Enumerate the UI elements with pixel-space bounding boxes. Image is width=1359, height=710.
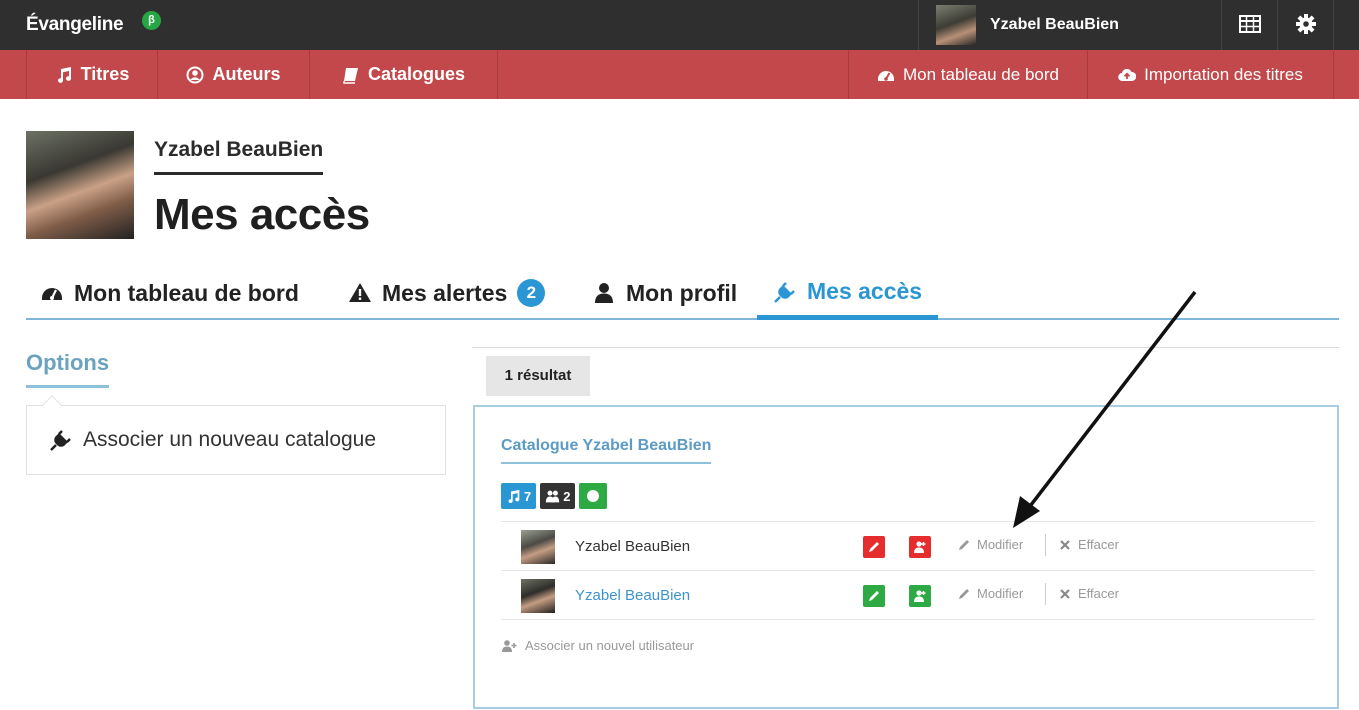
settings-button[interactable]	[1278, 0, 1334, 50]
close-icon	[1060, 588, 1070, 599]
gear-icon	[1296, 14, 1316, 34]
table-row: Yzabel BeauBien Modifier Effacer	[501, 521, 1315, 570]
tab-alertes[interactable]: Mes alertes 2	[348, 268, 546, 318]
modify-link[interactable]: Modifier	[957, 537, 1023, 552]
pencil-icon	[869, 591, 879, 601]
top-username: Yzabel BeauBien	[990, 16, 1119, 33]
page-title: Mes accès	[154, 190, 370, 239]
panel-pointer	[42, 395, 62, 415]
options-heading: Options	[26, 350, 110, 388]
titles-count: 7	[524, 488, 532, 504]
nav-label: Catalogues	[367, 64, 466, 84]
edit-permission-toggle[interactable]	[863, 585, 885, 607]
user-menu[interactable]: Yzabel BeauBien	[918, 0, 1222, 50]
status-pill[interactable]	[579, 483, 608, 509]
tab-profil[interactable]: Mon profil	[592, 268, 737, 318]
avatar	[936, 5, 976, 45]
tab-label: Mes alertes	[382, 279, 508, 306]
profile-photo	[26, 131, 134, 239]
results-divider	[472, 347, 1339, 348]
delete-label: Effacer	[1078, 537, 1119, 552]
tab-dashboard[interactable]: Mon tableau de bord	[40, 268, 299, 318]
dashboard-icon	[878, 70, 895, 81]
catalog-stats: 7 2	[501, 483, 608, 509]
nav-item-dashboard[interactable]: Mon tableau de bord	[848, 50, 1087, 99]
user-permission-toggle[interactable]	[909, 585, 931, 607]
dashboard-icon	[42, 288, 62, 300]
tab-label: Mes accès	[807, 278, 923, 304]
modify-link[interactable]: Modifier	[957, 586, 1023, 601]
associate-catalog-link[interactable]: Associer un nouveau catalogue	[49, 428, 376, 452]
add-user-link[interactable]: Associer un nouvel utilisateur	[501, 638, 694, 653]
catalog-card: Catalogue Yzabel BeauBien 7 2 Yzabel Bea…	[473, 405, 1339, 709]
circle-icon	[587, 490, 600, 502]
nav-label: Titres	[80, 64, 130, 84]
tab-label: Mon profil	[626, 279, 738, 306]
delete-link[interactable]: Effacer	[1058, 537, 1119, 552]
tab-label: Mon tableau de bord	[74, 279, 299, 306]
tab-acces[interactable]: Mes accès	[757, 268, 939, 320]
user-icon	[595, 283, 613, 303]
users-count-pill[interactable]: 2	[540, 483, 576, 509]
nav-item-catalogues[interactable]: Catalogues	[310, 50, 498, 99]
nav-label: Auteurs	[212, 64, 281, 84]
titles-count-pill[interactable]: 7	[501, 483, 537, 509]
results-count: 1 résultat	[486, 356, 590, 396]
pencil-icon	[959, 539, 969, 550]
user-add-icon	[914, 541, 926, 553]
action-separator	[1045, 583, 1046, 605]
close-icon	[1060, 539, 1070, 550]
book-icon	[343, 67, 358, 84]
users-icon	[546, 490, 560, 502]
plug-icon	[774, 281, 795, 303]
music-note-icon	[508, 489, 520, 503]
user-add-icon	[914, 590, 926, 602]
nav-item-import[interactable]: Importation des titres	[1087, 50, 1334, 99]
nav-item-auteurs[interactable]: Auteurs	[158, 50, 310, 99]
action-separator	[1045, 534, 1046, 556]
plug-icon	[50, 430, 71, 451]
add-user-label: Associer un nouvel utilisateur	[525, 638, 695, 653]
user-name: Yzabel BeauBien	[575, 538, 691, 555]
delete-link[interactable]: Effacer	[1058, 586, 1119, 601]
user-add-icon	[502, 639, 517, 652]
row-divider	[501, 619, 1315, 620]
avatar	[521, 579, 555, 613]
beta-badge: β	[142, 11, 161, 30]
catalog-title[interactable]: Catalogue Yzabel BeauBien	[501, 437, 712, 464]
pencil-icon	[959, 588, 969, 599]
modify-label: Modifier	[977, 537, 1024, 552]
options-panel: Associer un nouveau catalogue	[26, 395, 446, 475]
grid-button[interactable]	[1222, 0, 1278, 50]
alert-count-badge: 2	[517, 279, 546, 307]
pencil-icon	[869, 542, 879, 552]
music-note-icon	[57, 66, 71, 83]
app-brand[interactable]: Évangeline	[26, 14, 124, 36]
cloud-upload-icon	[1118, 68, 1137, 81]
profile-name[interactable]: Yzabel BeauBien	[154, 138, 324, 175]
associate-catalog-label: Associer un nouveau catalogue	[83, 428, 377, 451]
modify-label: Modifier	[977, 586, 1024, 601]
top-bar: Évangeline β Yzabel BeauBien	[0, 0, 1359, 50]
nav-label: Mon tableau de bord	[903, 64, 1059, 84]
table-row: Yzabel BeauBien Modifier Effacer	[501, 570, 1315, 619]
nav-label: Importation des titres	[1144, 64, 1303, 84]
warning-icon	[349, 283, 371, 302]
profile-tabs: Mon tableau de bord Mes alertes 2 Mon pr…	[26, 262, 1339, 320]
users-count: 2	[563, 488, 571, 504]
edit-permission-toggle[interactable]	[863, 536, 885, 558]
main-nav: Titres Auteurs Catalogues Mon tableau de…	[0, 50, 1359, 99]
table-grid-icon	[1239, 15, 1261, 33]
nav-item-titres[interactable]: Titres	[26, 50, 158, 99]
delete-label: Effacer	[1078, 586, 1119, 601]
user-permission-toggle[interactable]	[909, 536, 931, 558]
user-name-link[interactable]: Yzabel BeauBien	[575, 587, 690, 604]
user-circle-icon	[186, 66, 204, 83]
avatar	[521, 530, 555, 564]
